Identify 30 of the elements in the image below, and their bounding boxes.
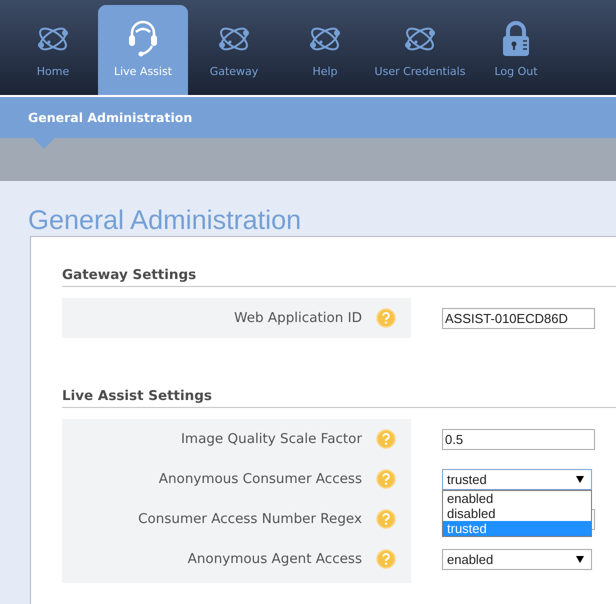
field-label: Anonymous Consumer Access bbox=[158, 471, 362, 487]
help-icon[interactable] bbox=[376, 549, 396, 569]
dropdown-option[interactable]: trusted bbox=[443, 521, 591, 536]
caret-icon bbox=[576, 476, 584, 483]
lock-icon bbox=[502, 21, 530, 57]
section-heading: Gateway Settings bbox=[62, 267, 616, 287]
field-label: Anonymous Agent Access bbox=[186, 551, 362, 567]
nav-tab[interactable]: Help bbox=[280, 5, 370, 95]
field-label: Web Application ID bbox=[233, 310, 362, 326]
text-field[interactable]: ASSIST-010ECD86D bbox=[442, 308, 595, 329]
section-heading: Live Assist Settings bbox=[62, 388, 616, 408]
nav-tab[interactable]: Log Out bbox=[470, 5, 562, 95]
dropdown[interactable]: trusted bbox=[442, 469, 592, 490]
nav-tab[interactable]: Live Assist bbox=[98, 5, 188, 95]
headset-icon bbox=[127, 20, 159, 58]
nav-tab[interactable]: User Credentials bbox=[370, 5, 470, 95]
field-label: Consumer Access Number Regex bbox=[137, 511, 362, 527]
dropdown-option[interactable]: disabled bbox=[443, 506, 591, 521]
page-title: General Administration bbox=[27, 204, 302, 236]
dropdown-option[interactable]: enabled bbox=[443, 491, 591, 506]
field-label: Image Quality Scale Factor bbox=[180, 431, 362, 447]
nav-tab[interactable]: Gateway bbox=[188, 5, 280, 95]
dropdown[interactable]: enabled bbox=[442, 549, 592, 570]
help-icon[interactable] bbox=[376, 509, 396, 529]
nav-tab[interactable]: Home bbox=[8, 5, 98, 95]
help-icon[interactable] bbox=[376, 469, 396, 489]
help-icon[interactable] bbox=[376, 429, 396, 449]
help-icon[interactable] bbox=[376, 308, 396, 328]
caret-icon bbox=[576, 556, 584, 563]
text-field[interactable]: 0.5 bbox=[442, 429, 595, 450]
